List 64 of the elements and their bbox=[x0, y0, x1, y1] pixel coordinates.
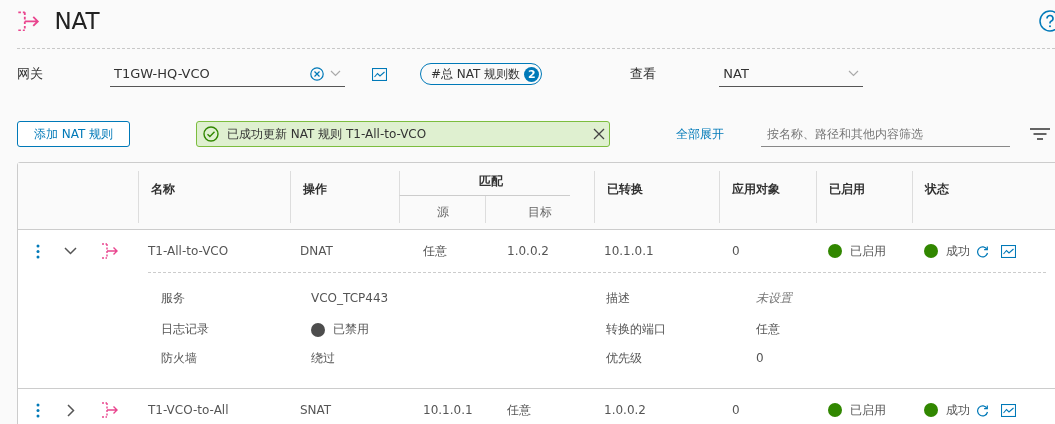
check-circle-icon bbox=[203, 126, 219, 142]
view-label: 查看 bbox=[630, 65, 658, 83]
detail-label: 优先级 bbox=[606, 349, 643, 367]
column-header: 操作 bbox=[290, 171, 399, 223]
status-label: 成功 bbox=[946, 242, 970, 260]
nat-rule-icon bbox=[101, 402, 119, 418]
column-header: 状态 bbox=[912, 171, 1055, 223]
chevron-right-icon[interactable] bbox=[66, 403, 75, 417]
column-header: 名称 bbox=[138, 171, 290, 223]
column-header: 应用对象 bbox=[719, 171, 816, 223]
chart-icon[interactable] bbox=[1001, 244, 1016, 258]
detail-label: 防火墙 bbox=[161, 349, 198, 367]
clear-icon[interactable] bbox=[310, 66, 324, 81]
table-cell: 0 bbox=[732, 403, 740, 417]
chart-icon[interactable] bbox=[1001, 403, 1016, 417]
alert-message: 已成功更新 NAT 规则 T1-All-to-VCO bbox=[227, 125, 428, 143]
close-icon[interactable] bbox=[593, 128, 605, 140]
enabled-label: 已启用 bbox=[850, 401, 886, 419]
table-cell-text: 1.0.0.2 bbox=[603, 403, 647, 417]
detail-value: 未设置 bbox=[756, 289, 794, 307]
chart-icon[interactable] bbox=[372, 67, 387, 81]
filter-field[interactable]: 按名称、路径和其他内容筛选 bbox=[761, 121, 1010, 147]
detail-label: 服务 bbox=[161, 289, 186, 307]
add-rule-button[interactable]: 添加 NAT 规则 bbox=[17, 121, 130, 147]
status-label: 成功 bbox=[946, 401, 970, 419]
detail-value: VCO_TCP443 bbox=[311, 291, 390, 305]
detail-value: 绕过 bbox=[311, 349, 336, 367]
detail-value: 0 bbox=[756, 351, 765, 365]
more-menu-icon[interactable] bbox=[36, 243, 40, 259]
view-select[interactable]: NAT bbox=[719, 61, 864, 87]
filter-icon[interactable] bbox=[1030, 128, 1050, 140]
help-icon[interactable] bbox=[1039, 10, 1055, 32]
column-header: 目标 bbox=[485, 196, 594, 223]
rule-name: T1-All-to-VCO bbox=[147, 244, 230, 258]
table-cell-text: DNAT bbox=[299, 244, 334, 258]
table-cell: 0 bbox=[732, 244, 740, 258]
detail-value: 已禁用 bbox=[333, 321, 369, 338]
nat-rule-icon bbox=[17, 10, 41, 32]
gateway-label: 网关 bbox=[17, 65, 44, 83]
detail-label: 描述 bbox=[606, 289, 631, 307]
enabled-label: 已启用 bbox=[850, 242, 886, 260]
table-cell-text: 任意 bbox=[422, 242, 448, 260]
table-cell-text: 10.1.0.1 bbox=[422, 403, 474, 417]
table-cell-text: 1.0.0.2 bbox=[506, 244, 550, 258]
column-header: 匹配 bbox=[399, 171, 570, 196]
expand-all-link[interactable]: 全部展开 bbox=[676, 125, 724, 143]
refresh-icon[interactable] bbox=[976, 244, 989, 258]
column-header: 已转换 bbox=[594, 171, 719, 223]
detail-value: 任意 bbox=[756, 321, 781, 338]
more-menu-icon[interactable] bbox=[36, 402, 40, 418]
detail-label: 日志记录 bbox=[161, 321, 210, 338]
refresh-icon[interactable] bbox=[976, 403, 989, 417]
gateway-select[interactable]: T1GW-HQ-VCO bbox=[110, 61, 345, 87]
column-header: 已启用 bbox=[816, 171, 912, 223]
detail-label: 转换的端口 bbox=[606, 321, 667, 338]
page-title: NAT bbox=[54, 8, 100, 34]
column-header: 源 bbox=[399, 196, 485, 223]
table-cell-text: 10.1.0.1 bbox=[603, 244, 655, 258]
table-cell-text: SNAT bbox=[299, 403, 333, 417]
chevron-down-icon[interactable] bbox=[64, 247, 77, 255]
rule-name: T1-VCO-to-All bbox=[147, 403, 230, 417]
count-badge: 2 bbox=[524, 66, 540, 82]
table-cell-text: 任意 bbox=[506, 401, 532, 419]
nat-rule-icon bbox=[101, 243, 119, 259]
